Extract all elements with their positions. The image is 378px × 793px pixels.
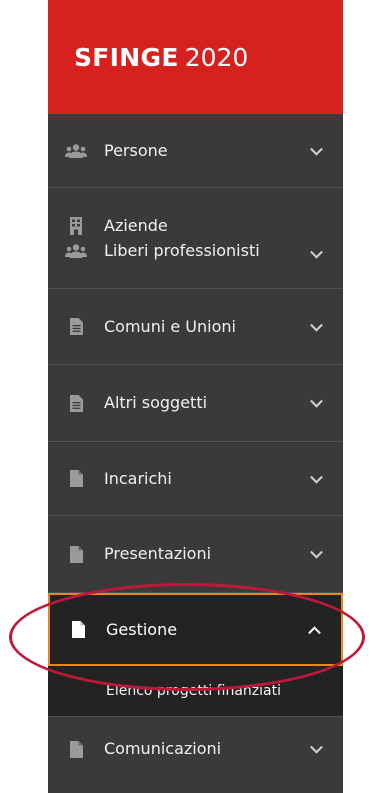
chevron-down-icon	[310, 142, 323, 156]
users-icon	[65, 243, 87, 258]
submenu-label: Elenco progetti finanziati	[106, 683, 281, 699]
menu-item-altri-soggetti[interactable]: Altri soggetti	[48, 365, 343, 442]
menu-label-liberi-professionisti: Liberi professionisti	[104, 240, 260, 260]
menu-item-comunicazioni[interactable]: Comunicazioni	[48, 717, 343, 781]
chevron-down-icon	[310, 740, 323, 754]
chevron-down-icon	[310, 394, 323, 408]
file-icon	[65, 545, 87, 563]
menu-label-aziende: Aziende	[104, 215, 168, 235]
menu-label-comunicazioni: Comunicazioni	[104, 739, 222, 758]
menu-label-incarichi: Incarichi	[104, 468, 172, 488]
menu-label-presentazioni: Presentazioni	[104, 544, 212, 563]
chevron-down-icon	[310, 245, 323, 259]
menu-label-persone: Persone	[104, 140, 168, 160]
chevron-down-icon	[310, 545, 323, 559]
chevron-down-icon	[310, 470, 323, 484]
building-icon	[65, 216, 87, 235]
brand-logo[interactable]: SFINGE 2020	[48, 0, 343, 114]
menu-item-comuni-e-unioni[interactable]: Comuni e Unioni	[48, 289, 343, 365]
brand-year: 2020	[184, 42, 249, 72]
menu-item-incarichi[interactable]: Incarichi	[48, 442, 343, 516]
document-icon	[65, 318, 87, 335]
menu-item-presentazioni[interactable]: Presentazioni	[48, 516, 343, 593]
menu-item-persone[interactable]: Persone	[48, 114, 343, 188]
sidebar: SFINGE 2020 Persone Aziende Liberi profe…	[48, 0, 343, 793]
file-icon	[65, 740, 87, 758]
chevron-up-icon	[308, 625, 321, 639]
menu-label-comuni-e-unioni: Comuni e Unioni	[104, 316, 236, 336]
users-icon	[65, 143, 87, 158]
menu-item-gestione[interactable]: Gestione	[48, 593, 343, 666]
brand-name: SFINGE	[74, 42, 179, 72]
chevron-down-icon	[310, 318, 323, 332]
menu-item-aziende[interactable]: Aziende Liberi professionisti	[48, 188, 343, 289]
menu-label-altri-soggetti: Altri soggetti	[104, 393, 208, 412]
document-icon	[65, 394, 87, 412]
file-icon	[65, 470, 87, 487]
file-icon	[67, 621, 89, 638]
menu-label-gestione: Gestione	[106, 619, 178, 639]
submenu-item-elenco-progetti-finanziati[interactable]: Elenco progetti finanziati	[48, 666, 343, 717]
